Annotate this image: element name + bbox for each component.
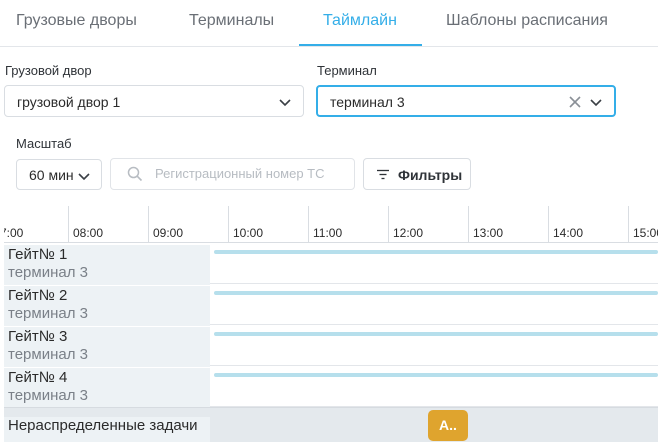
gate-name: Гейт№ 2 (8, 287, 68, 304)
unassigned-tasks-row: Нераспределенные задачи А.. (4, 407, 658, 442)
chevron-down-icon (590, 99, 602, 107)
gate-availability-bar[interactable] (214, 332, 658, 336)
scale-label: Масштаб (16, 136, 72, 151)
gate-label: Гейт№ 4 терминал 3 (4, 368, 210, 408)
gate-name: Гейт№ 1 (8, 246, 68, 263)
hour-label: 13:00 (473, 226, 504, 240)
vehicle-search-input[interactable] (155, 166, 350, 181)
gate-row: Гейт№ 3 терминал 3 (4, 325, 658, 367)
gate-label: Гейт№ 3 терминал 3 (4, 327, 210, 367)
hour-divider (548, 206, 549, 243)
filters-button-label: Фильтры (398, 167, 463, 183)
hour-divider (308, 206, 309, 243)
tab-terminals[interactable]: Терминалы (189, 12, 274, 30)
yard-label: Грузовой двор (5, 63, 92, 78)
gate-row: Гейт№ 2 терминал 3 (4, 284, 658, 326)
vehicle-search (110, 158, 355, 190)
gate-availability-bar[interactable] (214, 250, 658, 254)
gate-terminal: терминал 3 (8, 387, 88, 404)
hour-label: 14:00 (553, 226, 584, 240)
hour-divider (148, 206, 149, 243)
active-tab-indicator (299, 44, 422, 46)
gate-terminal: терминал 3 (8, 346, 88, 363)
hour-label: 7:00 (4, 226, 24, 240)
yard-select-value: грузовой двор 1 (17, 94, 121, 110)
timeline-page: Грузовые дворы Терминалы Таймлайн Шаблон… (0, 0, 658, 442)
gate-name: Гейт№ 3 (8, 328, 68, 345)
gate-terminal: терминал 3 (8, 264, 88, 281)
gate-label: Гейт№ 1 терминал 3 (4, 245, 210, 285)
terminal-select-value: терминал 3 (330, 94, 405, 110)
time-axis: 7:00 08:00 09:00 10:00 11:00 12:00 13:00… (4, 206, 658, 243)
gate-row: Гейт№ 4 терминал 3 (4, 366, 658, 408)
unassigned-task-chip[interactable]: А.. (428, 410, 468, 441)
chevron-down-icon (279, 99, 291, 107)
filters-button[interactable]: Фильтры (363, 158, 471, 190)
hour-label: 11:00 (313, 226, 343, 240)
hour-divider (628, 206, 629, 243)
hour-divider (388, 206, 389, 243)
gate-row: Гейт№ 1 терминал 3 (4, 243, 658, 285)
hour-label: 15:00 (633, 226, 658, 240)
tab-cargo-yards[interactable]: Грузовые дворы (16, 12, 137, 30)
gate-availability-bar[interactable] (214, 291, 658, 295)
tab-timeline[interactable]: Таймлайн (323, 12, 397, 30)
unassigned-tasks-label: Нераспределенные задачи (4, 417, 210, 442)
scale-select[interactable]: 60 мин (16, 159, 102, 190)
hour-divider (468, 206, 469, 243)
gate-label: Гейт№ 2 терминал 3 (4, 286, 210, 326)
hour-label: 10:00 (233, 226, 264, 240)
tab-bar: Грузовые дворы Терминалы Таймлайн Шаблон… (0, 0, 658, 47)
hour-label: 12:00 (393, 226, 424, 240)
terminal-select[interactable]: терминал 3 (316, 85, 616, 117)
gate-availability-bar[interactable] (214, 373, 658, 377)
search-icon (127, 166, 143, 182)
hour-label: 08:00 (73, 226, 104, 240)
hour-label: 09:00 (153, 226, 184, 240)
chevron-down-icon (78, 173, 90, 181)
yard-select[interactable]: грузовой двор 1 (4, 85, 304, 117)
scale-select-value: 60 мин (29, 167, 74, 183)
filter-icon (377, 169, 389, 180)
gate-name: Гейт№ 4 (8, 369, 68, 386)
terminal-label: Терминал (317, 63, 377, 78)
timeline-grid: 7:00 08:00 09:00 10:00 11:00 12:00 13:00… (4, 206, 658, 442)
tab-schedule-templates[interactable]: Шаблоны расписания (446, 12, 608, 30)
hour-divider (228, 206, 229, 243)
clear-icon[interactable] (568, 95, 582, 109)
hour-divider (68, 206, 69, 243)
gate-terminal: терминал 3 (8, 305, 88, 322)
